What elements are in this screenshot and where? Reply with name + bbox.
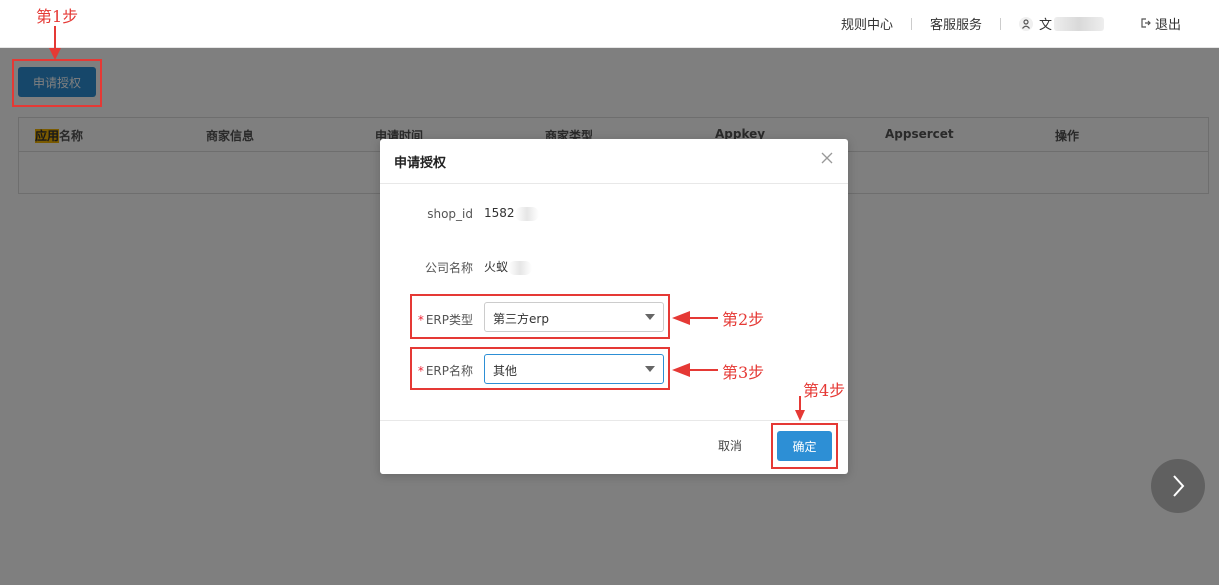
next-page-button[interactable] xyxy=(1151,459,1205,513)
top-header-visible: 规则中心 客服服务 文 退出 xyxy=(0,0,1219,48)
chevron-down-icon xyxy=(645,366,655,372)
user-icon xyxy=(1018,16,1033,31)
erp-type-label: * ERP类型 xyxy=(417,313,473,327)
chevron-down-icon xyxy=(645,314,655,320)
erp-type-select[interactable]: 第三方erp xyxy=(484,302,664,332)
user-menu[interactable]: 文 xyxy=(1018,14,1104,33)
logout-label: 退出 xyxy=(1154,18,1181,33)
redaction-blur xyxy=(508,260,533,275)
redaction-blur xyxy=(514,206,539,221)
company-name-value: 火蚁 xyxy=(484,258,533,275)
shop-id-label: shop_id xyxy=(427,207,473,221)
dialog-title: 申请授权 xyxy=(394,156,447,171)
erp-name-value: 其他 xyxy=(493,364,518,378)
erp-name-label: * ERP名称 xyxy=(417,364,473,378)
top-nav-visible: 规则中心 客服服务 文 退出 xyxy=(841,14,1181,33)
rules-center-link[interactable]: 规则中心 xyxy=(841,14,893,33)
username-blur xyxy=(1053,16,1104,31)
cancel-button[interactable]: 取消 xyxy=(718,437,742,454)
confirm-button[interactable]: 确定 xyxy=(777,431,832,461)
close-icon[interactable] xyxy=(820,151,834,165)
dialog-footer: 取消 确定 xyxy=(380,420,848,474)
nav-spacer xyxy=(1122,18,1123,30)
apply-authorization-dialog: 申请授权 shop_id 1582 公司名称 火蚁 * ERP类型 第三方erp … xyxy=(380,139,848,474)
company-name-label: 公司名称 xyxy=(424,261,473,275)
username: 文 xyxy=(1038,18,1052,33)
customer-service-link[interactable]: 客服服务 xyxy=(930,14,982,33)
dialog-header: 申请授权 xyxy=(380,139,848,184)
chevron-right-icon xyxy=(1173,475,1185,497)
logout-icon xyxy=(1141,17,1151,31)
logout-link[interactable]: 退出 xyxy=(1141,14,1181,33)
erp-type-value: 第三方erp xyxy=(493,312,549,326)
nav-divider xyxy=(999,17,1001,30)
nav-divider xyxy=(910,17,912,30)
shop-id-value: 1582 xyxy=(484,206,539,221)
erp-name-select[interactable]: 其他 xyxy=(484,354,664,384)
